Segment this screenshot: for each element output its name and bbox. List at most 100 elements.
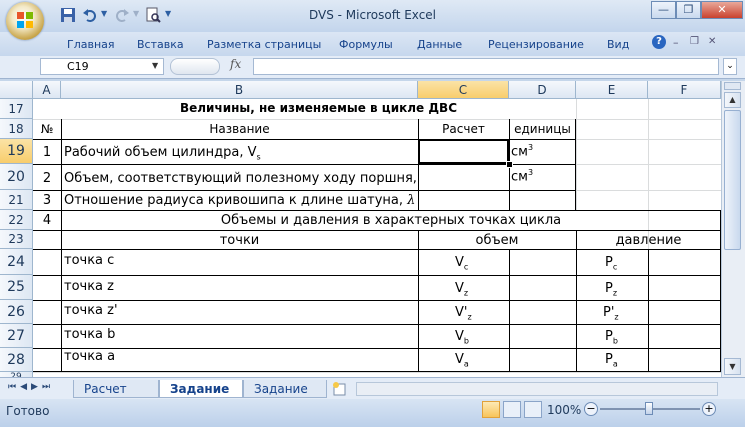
row-header-24[interactable]: 24: [0, 249, 33, 275]
minimize-button[interactable]: —: [651, 1, 676, 19]
row19-name: Рабочий объем цилиндра, Vs: [64, 145, 414, 162]
row21-number: 3: [42, 193, 52, 208]
restore-button[interactable]: ❐: [676, 1, 701, 19]
border: [576, 230, 577, 372]
point-volume-sub: b: [463, 336, 469, 346]
zoom-in-icon[interactable]: +: [702, 402, 716, 416]
column-header-c[interactable]: C: [418, 81, 509, 99]
normal-view-icon[interactable]: [482, 401, 500, 418]
point-pressure: Pb: [605, 329, 645, 346]
tab-formulas[interactable]: Формулы: [339, 38, 393, 51]
border: [33, 190, 576, 191]
row-header-18[interactable]: 18: [0, 119, 33, 139]
sheet-tab-raschet[interactable]: Расчет ДВС: [73, 380, 159, 414]
scroll-thumb[interactable]: [724, 110, 741, 250]
tab-data[interactable]: Данные: [417, 38, 462, 51]
row-header-19-selected[interactable]: 19: [0, 139, 33, 164]
row-header-25[interactable]: 25: [0, 275, 33, 300]
status-bar: [0, 399, 745, 427]
formula-bar-splitter[interactable]: [170, 58, 220, 75]
close-button[interactable]: ✕: [701, 1, 743, 19]
scroll-up-icon[interactable]: ▲: [724, 92, 741, 108]
point-label: точка b: [64, 327, 116, 342]
column-header-f[interactable]: F: [648, 81, 721, 99]
sheet-tab-zadanie-1[interactable]: Задание 1: [159, 380, 243, 414]
tab-view[interactable]: Вид: [607, 38, 629, 51]
row-header-22[interactable]: 22: [0, 210, 33, 230]
header-pressure: давление: [615, 233, 682, 248]
sheet-title-constants: Величины, не изменяемые в цикле ДВС: [179, 101, 458, 115]
row-header-21[interactable]: 21: [0, 190, 33, 210]
ribbon-close-icon[interactable]: ✕: [708, 36, 716, 47]
border: [33, 210, 721, 211]
formula-input[interactable]: [253, 58, 719, 75]
ribbon-minimize-icon[interactable]: –: [673, 36, 679, 49]
point-pressure-text: P: [605, 255, 613, 270]
row22-number: 4: [42, 213, 52, 228]
name-box-dropdown-icon[interactable]: ▼: [152, 61, 158, 70]
point-volume: V'z: [455, 305, 505, 322]
row-header-20[interactable]: 20: [0, 164, 33, 190]
scroll-down-icon[interactable]: ▼: [724, 358, 741, 375]
row-header-23[interactable]: 23: [0, 230, 33, 249]
row20-unit: см3: [511, 168, 575, 184]
column-header-b[interactable]: B: [61, 81, 418, 99]
row19-unit: см3: [511, 143, 575, 159]
page-break-view-icon[interactable]: [524, 401, 542, 418]
sheet-tab-zadanie-2[interactable]: Задание 2: [243, 380, 327, 414]
tab-insert[interactable]: Вставка: [137, 38, 184, 51]
window-title: DVS - Microsoft Excel: [308, 8, 437, 22]
name-box[interactable]: C19: [40, 58, 164, 75]
point-volume-text: V': [455, 305, 468, 320]
header-name: Название: [209, 122, 270, 136]
point-volume-sub: c: [463, 262, 469, 272]
point-volume-sub: z: [463, 288, 469, 298]
point-pressure: Pz: [605, 281, 645, 298]
help-icon[interactable]: ?: [652, 35, 666, 49]
point-label: точка a: [64, 349, 116, 364]
point-volume-text: V: [455, 281, 464, 296]
zoom-slider-thumb[interactable]: [645, 402, 653, 415]
worksheet-grid[interactable]: A B C D E F 17 18 19 19 20 21 22 23 24 2…: [0, 81, 721, 377]
row-header-27[interactable]: 27: [0, 324, 33, 348]
select-all-corner[interactable]: [0, 81, 33, 99]
border: [33, 164, 576, 165]
column-header-d[interactable]: D: [509, 81, 576, 99]
row-header-26[interactable]: 26: [0, 300, 33, 324]
point-volume-text: V: [455, 255, 464, 270]
active-cell-c19[interactable]: [418, 139, 509, 164]
column-header-e[interactable]: E: [576, 81, 648, 99]
tab-review[interactable]: Рецензирование: [488, 38, 584, 51]
insert-function-button[interactable]: fx: [230, 57, 241, 71]
row-header-17[interactable]: 17: [0, 99, 33, 119]
fill-handle[interactable]: [506, 161, 513, 168]
point-pressure-sub: z: [612, 288, 618, 298]
point-volume: Vb: [455, 329, 505, 346]
point-volume: Va: [455, 352, 505, 369]
page-layout-view-icon[interactable]: [503, 401, 521, 418]
column-header-a[interactable]: A: [33, 81, 61, 99]
gridline: [33, 372, 721, 373]
header-calc: Расчет: [442, 122, 485, 136]
expand-formula-bar-icon[interactable]: ⌄: [723, 58, 737, 75]
border: [33, 324, 721, 325]
gridline: [33, 119, 721, 120]
zoom-out-icon[interactable]: −: [584, 402, 598, 416]
ribbon-restore-icon[interactable]: ❐: [690, 36, 699, 47]
split-box[interactable]: [724, 82, 741, 90]
gridline: [576, 190, 721, 191]
tab-page-layout[interactable]: Разметка страницы: [207, 38, 321, 51]
sheet-nav-icons[interactable]: ⏮◀▶⏭: [8, 382, 54, 392]
header-units: единицы: [514, 122, 571, 136]
point-pressure-text: P: [605, 352, 613, 367]
point-label: точка c: [64, 253, 115, 268]
insert-sheet-icon[interactable]: [331, 381, 349, 396]
office-button[interactable]: [6, 2, 44, 40]
row-header-28[interactable]: 28: [0, 348, 33, 372]
tab-home[interactable]: Главная: [67, 38, 115, 51]
border: [33, 275, 721, 276]
zoom-level[interactable]: 100%: [547, 403, 581, 417]
horizontal-scrollbar[interactable]: [356, 382, 718, 396]
row20-number: 2: [42, 171, 52, 186]
point-volume-text: V: [455, 352, 464, 367]
